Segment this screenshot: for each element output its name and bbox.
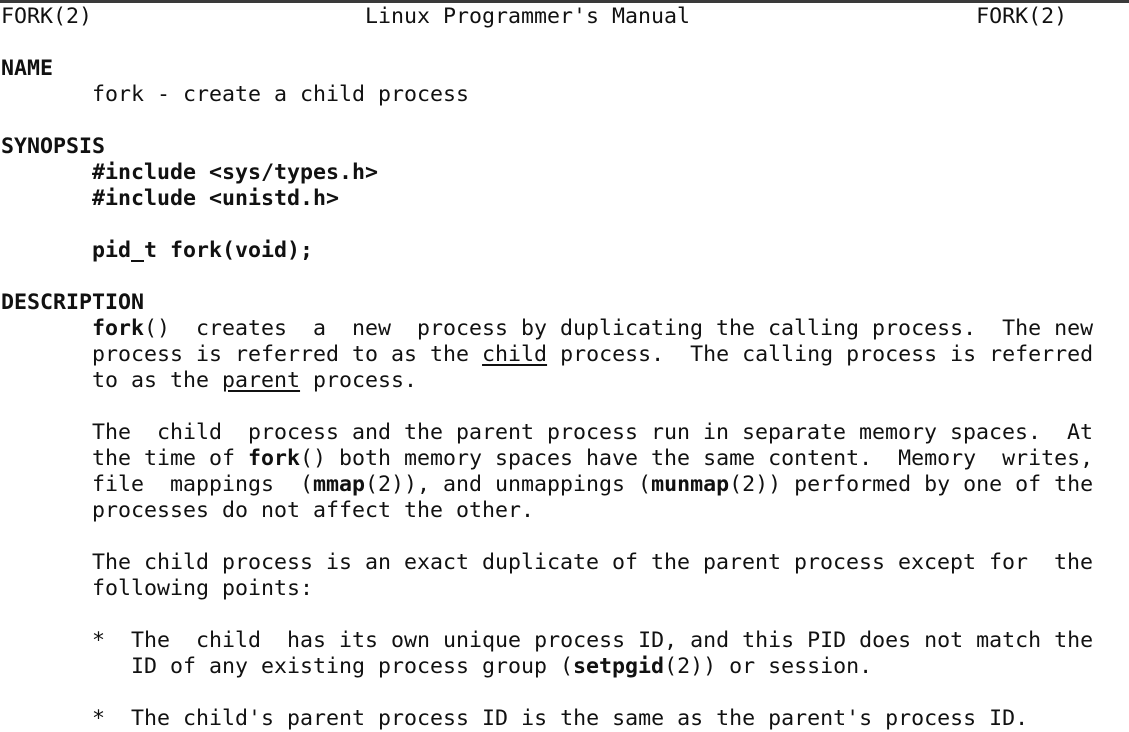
description-p2-line: file mappings (mmap(2)), and unmappings … xyxy=(92,472,1094,497)
munmap-function-ref: munmap xyxy=(651,472,730,497)
description-p1-line: fork() creates a new process by duplicat… xyxy=(92,316,1094,341)
description-p1-line: to as the parent process. xyxy=(92,368,418,393)
description-p2-line: the time of fork() both memory spaces ha… xyxy=(92,446,1094,471)
bullet-marker: * xyxy=(92,628,106,653)
synopsis-include-line: #include <sys/types.h> xyxy=(1,160,1129,186)
header-left: FORK(2) xyxy=(1,4,93,29)
setpgid-function-ref: setpgid xyxy=(573,654,665,679)
section-heading-synopsis: SYNOPSIS xyxy=(1,134,106,159)
description-p3-line: following points: xyxy=(92,576,314,601)
description-p1-line: process is referred to as the child proc… xyxy=(92,342,1094,367)
mmap-function-ref: mmap xyxy=(313,472,366,497)
bullet-line: ID of any existing process group (setpgi… xyxy=(131,654,873,679)
man-page-terminal[interactable]: FORK(2) Linux Programmer's Manual FORK(2… xyxy=(1,4,1129,732)
fork-function-ref: fork xyxy=(248,446,301,471)
description-p2-line: processes do not affect the other. xyxy=(92,498,535,523)
man-header: FORK(2) Linux Programmer's Manual FORK(2… xyxy=(1,4,1129,30)
bullet-line: * The child's parent process ID is the s… xyxy=(92,706,1029,731)
bullet-line: * The child has its own unique process I… xyxy=(92,628,1094,653)
section-heading-description: DESCRIPTION xyxy=(1,290,145,315)
fork-function-ref: fork xyxy=(92,316,145,341)
include-sys-types: #include <sys/types.h> xyxy=(92,160,379,185)
name-text-line: fork - create a child process xyxy=(1,82,1129,108)
child-term: child xyxy=(482,342,548,367)
fork-prototype: pid_t fork(void); xyxy=(92,238,314,263)
description-p3-line: The child process is an exact duplicate … xyxy=(92,550,1094,575)
synopsis-prototype-line: pid_t fork(void); xyxy=(1,238,1129,264)
description-p2-line: The child process and the parent process… xyxy=(92,420,1094,445)
parent-term: parent xyxy=(222,368,301,393)
synopsis-include-line: #include <unistd.h> xyxy=(1,186,1129,212)
section-heading-name: NAME xyxy=(1,56,54,81)
include-unistd: #include <unistd.h> xyxy=(92,186,340,211)
bullet-marker: * xyxy=(92,706,106,731)
header-center: Linux Programmer's Manual xyxy=(365,4,691,29)
header-right: FORK(2) xyxy=(976,4,1068,29)
window-top-border xyxy=(0,0,1129,3)
name-text: fork - create a child process xyxy=(92,82,470,107)
